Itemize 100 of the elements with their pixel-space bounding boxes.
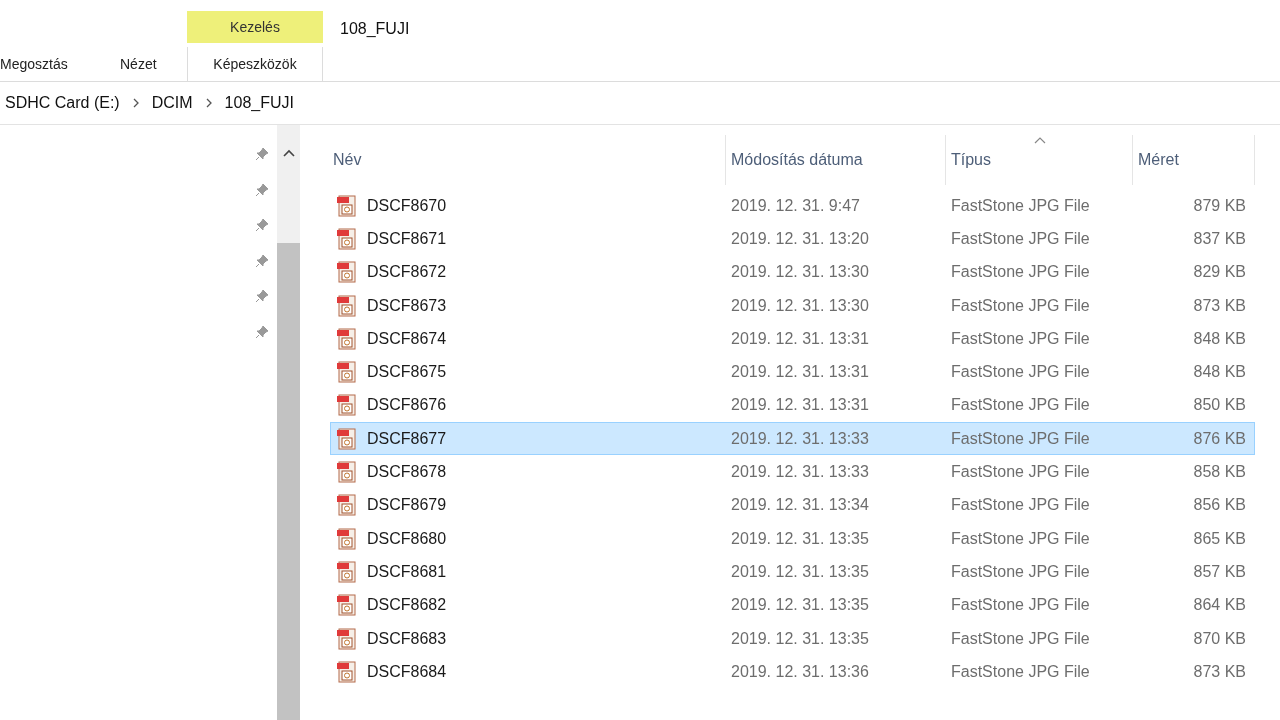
file-name: DSCF8681: [367, 562, 447, 581]
file-type: FastStone JPG File: [950, 329, 1091, 348]
file-name: DSCF8677: [367, 429, 447, 448]
file-row[interactable]: DSCF8681 2019. 12. 31. 13:35 FastStone JPG File 857 KB: [330, 555, 1255, 589]
file-size: 848 KB: [1192, 329, 1247, 348]
file-name: DSCF8670: [367, 196, 447, 215]
file-size: 850 KB: [1192, 396, 1247, 415]
modified-date: 2019. 12. 31. 13:35: [730, 596, 870, 615]
modified-date: 2019. 12. 31. 13:35: [730, 562, 870, 581]
pin-icon[interactable]: [255, 218, 269, 232]
file-row[interactable]: DSCF8670 2019. 12. 31. 9:47 FastStone JPG File 879 KB: [330, 189, 1255, 223]
file-type: FastStone JPG File: [950, 396, 1091, 415]
file-type: FastStone JPG File: [950, 363, 1091, 382]
image-file-icon: [336, 527, 358, 550]
image-file-icon: [336, 494, 358, 517]
column-header[interactable]: Módosítás dátuma: [725, 135, 945, 185]
file-name: DSCF8673: [367, 296, 447, 315]
file-size: 829 KB: [1192, 263, 1247, 282]
pin-icon[interactable]: [255, 147, 269, 161]
file-row[interactable]: DSCF8680 2019. 12. 31. 13:35 FastStone JPG File 865 KB: [330, 521, 1255, 556]
file-type: FastStone JPG File: [950, 296, 1091, 315]
image-file-icon: [336, 294, 358, 317]
file-row[interactable]: DSCF8673 2019. 12. 31. 13:30 FastStone JPG File 873 KB: [330, 288, 1255, 323]
window-title: 108_FUJI: [340, 20, 410, 38]
scroll-up-icon[interactable]: [282, 149, 295, 157]
context-group-label: Kezelés: [187, 11, 323, 43]
file-name: DSCF8671: [367, 229, 447, 248]
breadcrumb-item[interactable]: DCIM: [151, 94, 193, 112]
file-row[interactable]: DSCF8674 2019. 12. 31. 13:31 FastStone JPG File 848 KB: [330, 322, 1255, 356]
column-header[interactable]: Típus: [945, 135, 1132, 185]
file-type: FastStone JPG File: [950, 662, 1091, 681]
file-size: 864 KB: [1192, 596, 1247, 615]
file-name: DSCF8674: [367, 329, 447, 348]
file-size: 848 KB: [1192, 363, 1247, 382]
breadcrumb-item[interactable]: SDHC Card (E:): [5, 94, 120, 112]
image-file-icon: [336, 594, 358, 617]
image-file-icon: [336, 227, 358, 250]
file-type: FastStone JPG File: [950, 629, 1091, 648]
column-header[interactable]: Méret: [1132, 135, 1255, 185]
modified-date: 2019. 12. 31. 13:31: [730, 329, 870, 348]
file-row[interactable]: DSCF8679 2019. 12. 31. 13:34 FastStone JPG File 856 KB: [330, 488, 1255, 522]
image-file-icon: [336, 560, 358, 583]
scrollbar-thumb[interactable]: [277, 243, 300, 720]
file-size: 856 KB: [1192, 496, 1247, 515]
image-file-icon: [336, 361, 358, 384]
scrollbar[interactable]: [277, 125, 300, 720]
file-row[interactable]: DSCF8684 2019. 12. 31. 13:36 FastStone JPG File 873 KB: [330, 655, 1255, 689]
file-row[interactable]: DSCF8678 2019. 12. 31. 13:33 FastStone JPG File 858 KB: [330, 455, 1255, 489]
ribbon-tab[interactable]: Megosztás: [0, 47, 100, 81]
file-row[interactable]: DSCF8683 2019. 12. 31. 13:35 FastStone JPG File 870 KB: [330, 621, 1255, 656]
file-name: DSCF8676: [367, 396, 447, 415]
file-type: FastStone JPG File: [950, 496, 1091, 515]
pin-icon[interactable]: [255, 182, 269, 197]
file-size: 873 KB: [1192, 296, 1247, 315]
file-type: FastStone JPG File: [950, 596, 1091, 615]
file-name: DSCF8679: [367, 496, 447, 515]
modified-date: 2019. 12. 31. 13:36: [730, 662, 870, 681]
image-file-icon: [336, 427, 358, 450]
column-header[interactable]: Név: [330, 135, 725, 185]
modified-date: 2019. 12. 31. 13:20: [730, 229, 870, 248]
file-type: FastStone JPG File: [950, 429, 1091, 448]
breadcrumb-item[interactable]: 108_FUJI: [224, 94, 294, 112]
file-row[interactable]: DSCF8677 2019. 12. 31. 13:33 FastStone JPG File 876 KB: [330, 422, 1255, 456]
modified-date: 2019. 12. 31. 13:35: [730, 529, 870, 548]
file-size: 879 KB: [1192, 196, 1247, 215]
file-row[interactable]: DSCF8671 2019. 12. 31. 13:20 FastStone JPG File 837 KB: [330, 222, 1255, 256]
file-row[interactable]: DSCF8676 2019. 12. 31. 13:31 FastStone JPG File 850 KB: [330, 388, 1255, 423]
file-type: FastStone JPG File: [950, 463, 1091, 481]
modified-date: 2019. 12. 31. 13:35: [730, 629, 870, 648]
file-type: FastStone JPG File: [950, 229, 1091, 248]
modified-date: 2019. 12. 31. 13:34: [730, 496, 870, 515]
file-row[interactable]: DSCF8682 2019. 12. 31. 13:35 FastStone JPG File 864 KB: [330, 588, 1255, 622]
file-type: FastStone JPG File: [950, 263, 1091, 282]
file-size: 837 KB: [1192, 229, 1247, 248]
image-file-icon: [336, 394, 358, 417]
modified-date: 2019. 12. 31. 13:31: [730, 396, 870, 415]
image-file-icon: [336, 194, 358, 217]
file-name: DSCF8683: [367, 629, 447, 648]
file-size: 858 KB: [1192, 463, 1247, 481]
file-name: DSCF8682: [367, 596, 447, 615]
file-size: 873 KB: [1192, 662, 1247, 681]
file-name: DSCF8672: [367, 263, 447, 282]
image-file-icon: [336, 261, 358, 284]
file-row[interactable]: DSCF8672 2019. 12. 31. 13:30 FastStone JPG File 829 KB: [330, 255, 1255, 289]
pin-icon[interactable]: [255, 289, 269, 303]
file-size: 857 KB: [1192, 562, 1247, 581]
image-file-icon: [336, 660, 358, 683]
pin-icon[interactable]: [255, 324, 269, 339]
file-row[interactable]: DSCF8675 2019. 12. 31. 13:31 FastStone JPG File 848 KB: [330, 355, 1255, 389]
ribbon-tab[interactable]: Nézet: [100, 47, 187, 81]
chevron-right-icon: [131, 98, 140, 108]
file-name: DSCF8680: [367, 529, 447, 548]
pin-icon[interactable]: [255, 253, 269, 268]
modified-date: 2019. 12. 31. 9:47: [730, 196, 861, 215]
modified-date: 2019. 12. 31. 13:33: [730, 463, 870, 481]
file-name: DSCF8678: [367, 463, 447, 481]
file-type: FastStone JPG File: [950, 562, 1091, 581]
file-name: DSCF8684: [367, 662, 447, 681]
modified-date: 2019. 12. 31. 13:33: [730, 429, 870, 448]
image-file-icon: [336, 627, 358, 650]
